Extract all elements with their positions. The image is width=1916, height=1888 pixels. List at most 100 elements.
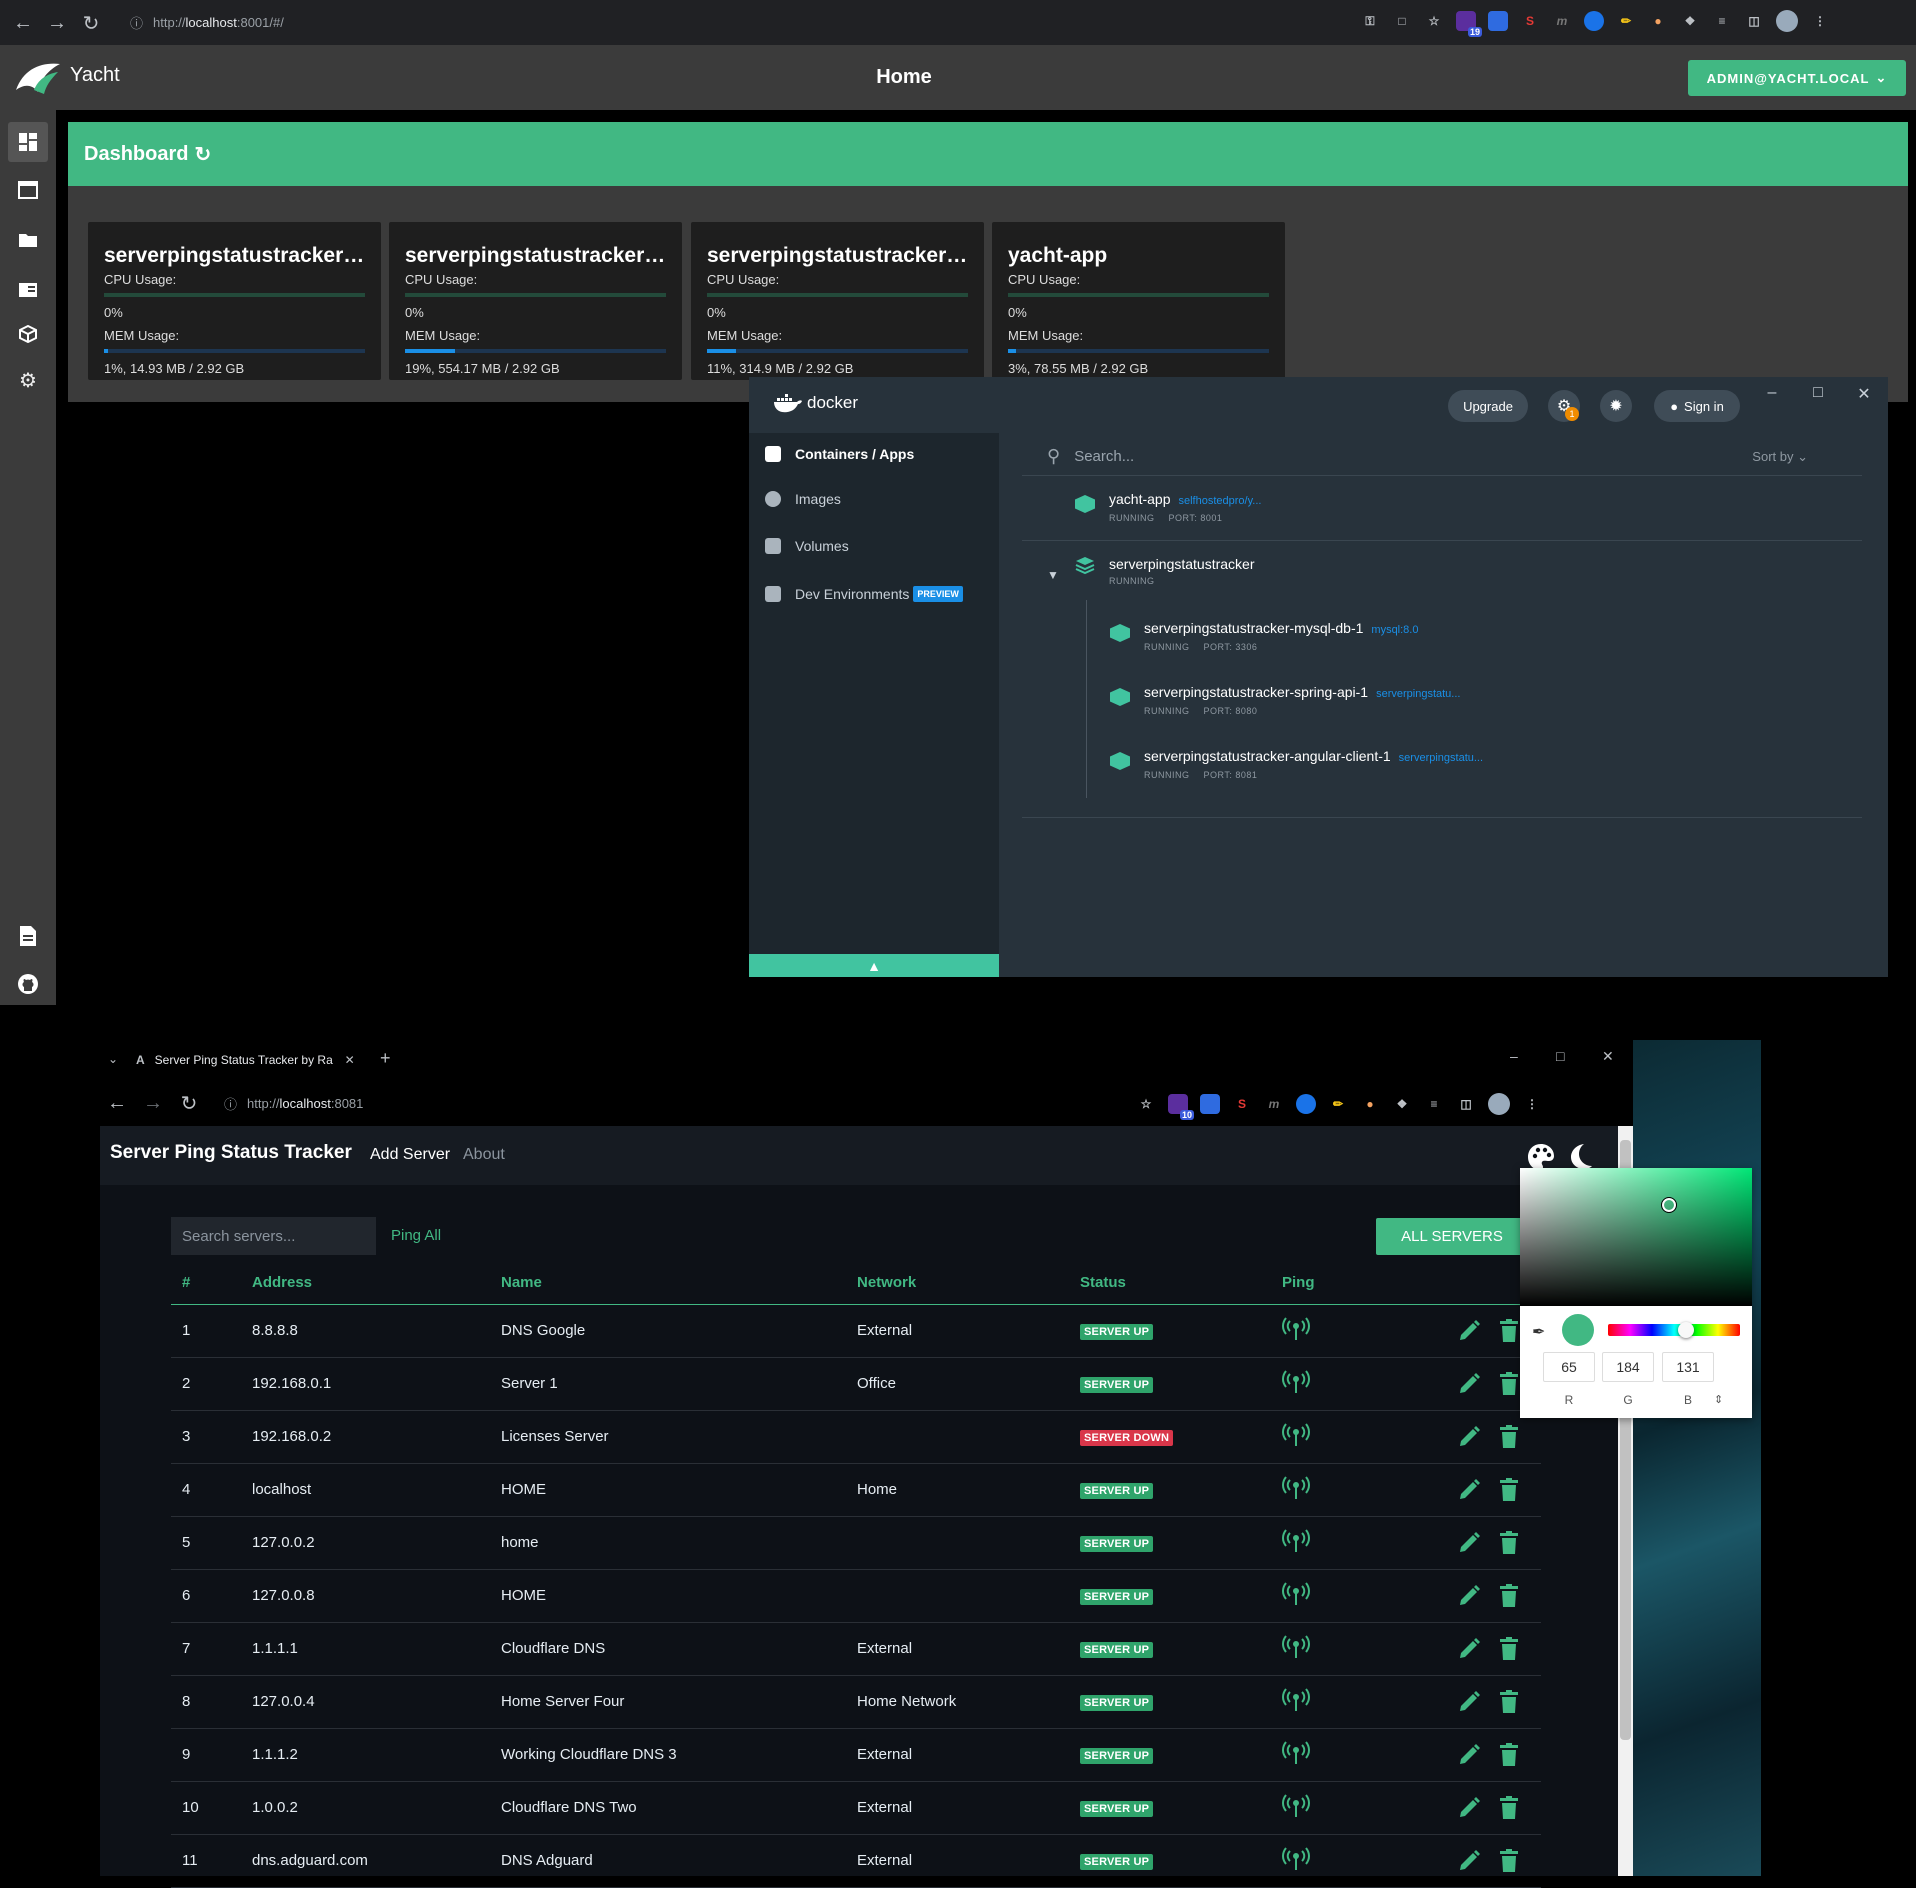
green-input[interactable]: 184 — [1602, 1352, 1654, 1382]
edit-icon[interactable] — [1457, 1637, 1481, 1661]
extension-icon[interactable]: m — [1552, 11, 1572, 31]
container-card[interactable]: serverpingstatustracker-s... CPU Usage: … — [691, 222, 984, 380]
window-icon[interactable] — [8, 170, 48, 210]
chevron-down-icon[interactable]: ▼ — [1047, 568, 1059, 582]
trash-icon[interactable] — [1499, 1636, 1519, 1661]
container-search[interactable]: ⚲ Search... Sort by ⌄ — [1022, 438, 1862, 476]
extension-icon[interactable]: S — [1232, 1094, 1252, 1114]
app-title[interactable]: Server Ping Status Tracker — [110, 1142, 352, 1164]
edit-icon[interactable] — [1457, 1425, 1481, 1449]
puzzle-icon[interactable]: ❖ — [1392, 1094, 1412, 1114]
edit-icon[interactable] — [1457, 1849, 1481, 1873]
ping-icon[interactable] — [1282, 1793, 1310, 1818]
address-bar[interactable]: ⓘ http://localhost:8081 — [224, 1094, 363, 1113]
trash-icon[interactable] — [1499, 1795, 1519, 1820]
gear-icon[interactable]: ⚙ 1 — [1548, 390, 1580, 422]
star-icon[interactable]: ☆ — [1424, 11, 1444, 31]
trash-icon[interactable] — [1499, 1318, 1519, 1343]
maximize-icon[interactable]: □ — [1806, 384, 1830, 402]
hue-slider-handle[interactable] — [1678, 1322, 1694, 1338]
extension-icon[interactable]: ✏ — [1616, 11, 1636, 31]
blue-input[interactable]: 131 — [1662, 1352, 1714, 1382]
format-toggle-icon[interactable]: ⇕ — [1714, 1393, 1723, 1406]
reload-icon[interactable]: ↻ — [176, 1090, 202, 1116]
menu-icon[interactable]: ⋮ — [1522, 1094, 1542, 1114]
folder-icon[interactable] — [8, 220, 48, 260]
container-row[interactable]: serverpingstatustracker-angular-client-1… — [1110, 748, 1483, 780]
server-search-input[interactable] — [171, 1217, 376, 1255]
sidepanel-icon[interactable]: ◫ — [1456, 1094, 1476, 1114]
sidepanel-icon[interactable]: ◫ — [1744, 11, 1764, 31]
eyedropper-icon[interactable]: ✒ — [1532, 1322, 1545, 1342]
key-icon[interactable]: ⚿ — [1360, 11, 1380, 31]
media-icon[interactable]: ≡ — [1712, 11, 1732, 31]
extension-icon[interactable] — [1296, 1094, 1316, 1114]
minimize-icon[interactable]: – — [1760, 384, 1784, 402]
nav-images[interactable]: Images — [765, 491, 841, 507]
extension-icon[interactable] — [1200, 1094, 1220, 1114]
close-icon[interactable]: ✕ — [1602, 1048, 1614, 1065]
moon-icon[interactable] — [1568, 1142, 1594, 1170]
ping-icon[interactable] — [1282, 1687, 1310, 1712]
column-header-name[interactable]: Name — [501, 1262, 857, 1305]
new-tab-icon[interactable]: + — [380, 1048, 391, 1069]
nav-about[interactable]: About — [463, 1146, 505, 1164]
extension-icon[interactable] — [1584, 11, 1604, 31]
extension-icon[interactable]: 19 — [1456, 11, 1482, 37]
avatar[interactable] — [1488, 1093, 1510, 1115]
edit-icon[interactable] — [1457, 1584, 1481, 1608]
ping-icon[interactable] — [1282, 1369, 1310, 1394]
extension-icon[interactable]: m — [1264, 1094, 1284, 1114]
ping-icon[interactable] — [1282, 1634, 1310, 1659]
extension-icon[interactable]: ● — [1648, 11, 1668, 31]
puzzle-icon[interactable]: ❖ — [1680, 11, 1700, 31]
hue-slider[interactable] — [1608, 1324, 1740, 1336]
extension-icon[interactable]: S — [1520, 11, 1540, 31]
sign-in-button[interactable]: ● Sign in — [1654, 390, 1740, 422]
column-header-address[interactable]: Address — [252, 1262, 501, 1305]
close-icon[interactable]: ✕ — [1852, 384, 1876, 404]
bug-icon[interactable]: ✹ — [1600, 390, 1632, 422]
gear-icon[interactable]: ⚙ — [8, 360, 48, 400]
avatar[interactable] — [1776, 10, 1798, 32]
nav-containers[interactable]: Containers / Apps — [765, 446, 914, 462]
container-card[interactable]: yacht-app CPU Usage: 0% MEM Usage: 3%, 7… — [992, 222, 1285, 380]
document-icon[interactable] — [8, 916, 48, 956]
cast-icon[interactable]: □ — [1392, 11, 1412, 31]
trash-icon[interactable] — [1499, 1530, 1519, 1555]
browser-tab[interactable]: A Server Ping Status Tracker by Ra ✕ — [136, 1046, 355, 1074]
edit-icon[interactable] — [1457, 1690, 1481, 1714]
close-icon[interactable]: ✕ — [345, 1053, 355, 1067]
dashboard-icon[interactable] — [8, 122, 48, 162]
all-servers-button[interactable]: ALL SERVERS — [1376, 1218, 1528, 1255]
cube-icon[interactable] — [8, 314, 48, 354]
extension-icon[interactable] — [1488, 11, 1508, 31]
trash-icon[interactable] — [1499, 1424, 1519, 1449]
user-menu-button[interactable]: ADMIN@YACHT.LOCAL ⌄ — [1688, 60, 1906, 96]
edit-icon[interactable] — [1457, 1796, 1481, 1820]
container-image-link[interactable]: serverpingstatu... — [1399, 752, 1483, 764]
star-icon[interactable]: ☆ — [1136, 1094, 1156, 1114]
red-input[interactable]: 65 — [1543, 1352, 1595, 1382]
upgrade-button[interactable]: Upgrade — [1448, 390, 1528, 422]
container-row[interactable]: serverpingstatustracker-mysql-db-1 mysql:… — [1110, 620, 1418, 652]
trash-icon[interactable] — [1499, 1371, 1519, 1396]
maximize-icon[interactable]: □ — [1556, 1048, 1564, 1064]
nav-volumes[interactable]: Volumes — [765, 538, 849, 554]
trash-icon[interactable] — [1499, 1583, 1519, 1608]
ping-icon[interactable] — [1282, 1740, 1310, 1765]
container-image-link[interactable]: selfhostedpro/y... — [1178, 495, 1261, 507]
menu-icon[interactable]: ⋮ — [1810, 11, 1830, 31]
ping-icon[interactable] — [1282, 1475, 1310, 1500]
ping-icon[interactable] — [1282, 1316, 1310, 1341]
trash-icon[interactable] — [1499, 1848, 1519, 1873]
refresh-icon[interactable]: ↻ — [194, 142, 211, 167]
extension-icon[interactable]: ● — [1360, 1094, 1380, 1114]
sort-by-dropdown[interactable]: Sort by ⌄ — [1752, 449, 1808, 465]
edit-icon[interactable] — [1457, 1372, 1481, 1396]
edit-icon[interactable] — [1457, 1319, 1481, 1343]
nav-add-server[interactable]: Add Server — [370, 1146, 450, 1164]
edit-icon[interactable] — [1457, 1531, 1481, 1555]
ping-all-button[interactable]: Ping All — [391, 1227, 441, 1244]
extension-icon[interactable]: 10 — [1168, 1094, 1194, 1120]
